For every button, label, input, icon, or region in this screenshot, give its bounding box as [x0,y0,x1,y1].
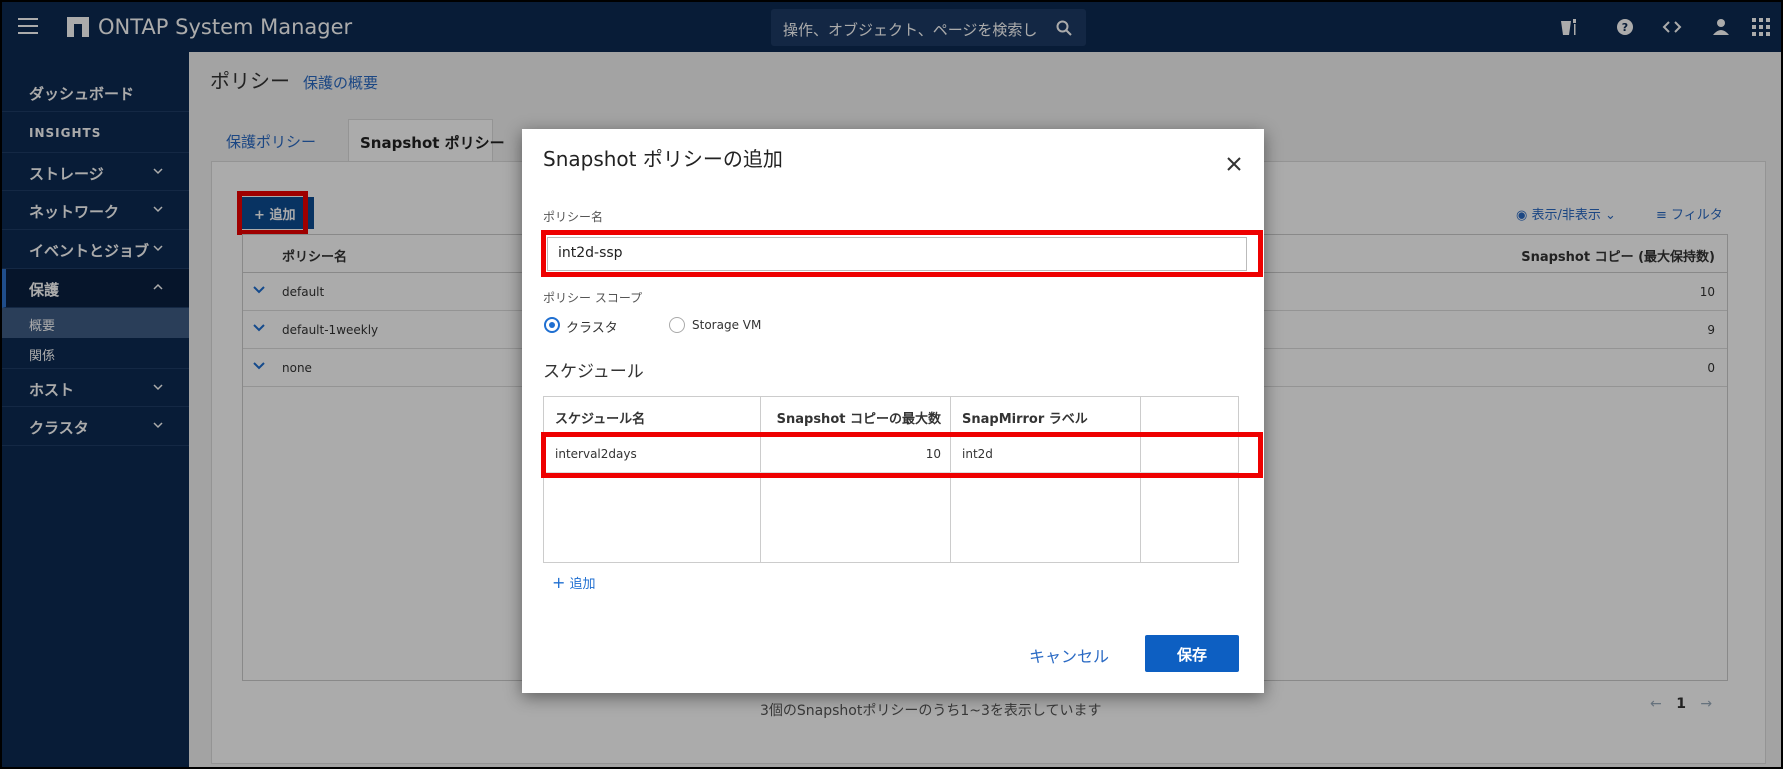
add-schedule-button[interactable]: + 追加 [552,573,596,592]
highlight-box [541,432,1263,478]
save-button[interactable]: 保存 [1145,635,1239,672]
scope-svm-label[interactable]: Storage VM [692,318,761,332]
column-header-snapmirror-label: SnapMirror ラベル [962,412,1088,427]
column-header-schedule-name: スケジュール名 [555,412,646,427]
cancel-button[interactable]: キャンセル [1029,643,1109,667]
app-window: ONTAP System Manager 操作、オブジェクト、ページを検索し ?… [0,0,1783,769]
scope-cluster-radio[interactable] [544,317,560,333]
column-header-max-copies: Snapshot コピーの最大数 [776,412,941,427]
plus-icon: + [552,573,566,592]
policy-name-label: ポリシー名 [543,210,604,224]
schedule-table: スケジュール名 Snapshot コピーの最大数 SnapMirror ラベル … [543,396,1239,563]
scope-svm-radio[interactable] [669,317,685,333]
schedule-table-header: スケジュール名 Snapshot コピーの最大数 SnapMirror ラベル [544,397,1238,435]
save-label: 保存 [1176,646,1207,664]
add-snapshot-policy-dialog: Snapshot ポリシーの追加 ポリシー名 int2d-ssp ポリシー スコ… [522,129,1264,693]
scope-cluster-label[interactable]: クラスタ [566,317,618,336]
close-icon[interactable] [1226,156,1242,172]
highlight-box [541,230,1263,277]
dialog-title: Snapshot ポリシーの追加 [543,147,783,171]
policy-scope-label: ポリシー スコープ [543,291,643,305]
schedule-section-title: スケジュール [543,362,644,382]
add-schedule-label: 追加 [569,577,596,592]
